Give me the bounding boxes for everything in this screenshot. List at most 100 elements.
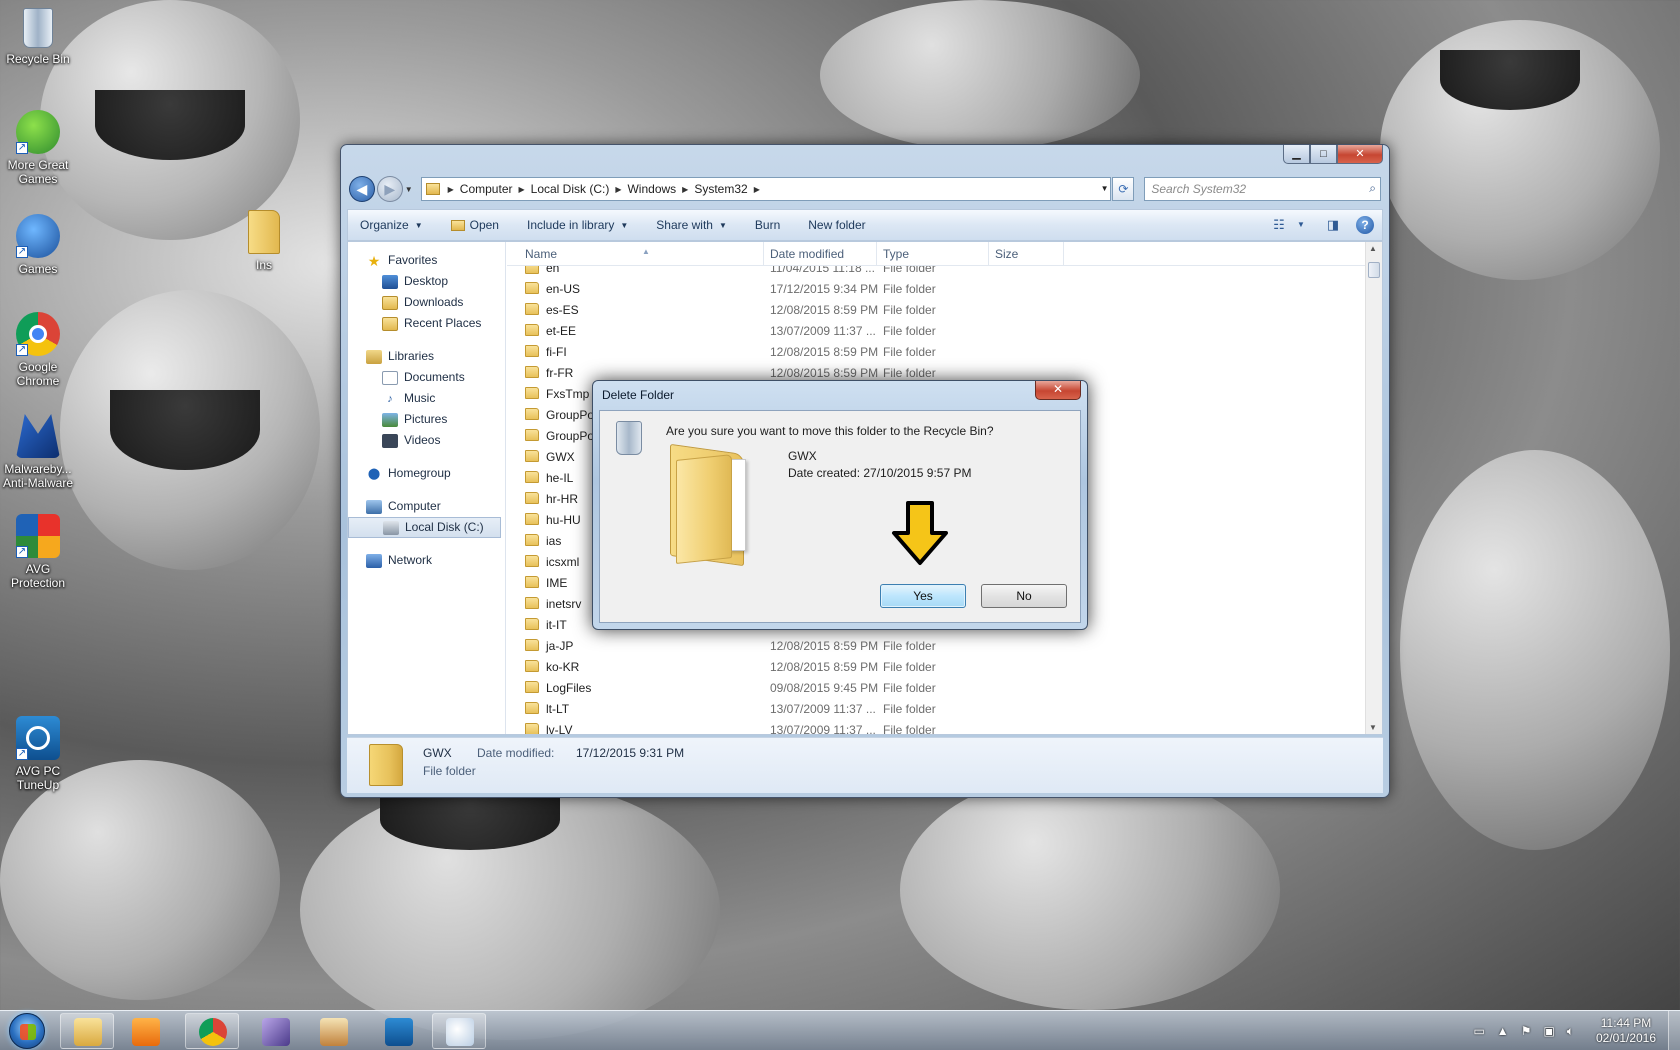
vertical-scrollbar[interactable]: ▲ ▼ — [1365, 242, 1382, 734]
breadcrumb-chevron-icon[interactable]: ▶ — [754, 185, 760, 194]
nav-documents[interactable]: Documents — [348, 367, 505, 388]
taskbar-app-1[interactable] — [248, 1013, 302, 1049]
address-bar[interactable]: ▶ Computer ▶ Local Disk (C:) ▶ Windows ▶… — [420, 177, 1112, 201]
chrome-icon — [199, 1018, 227, 1046]
file-row[interactable]: lt-LT 13/07/2009 11:37 ... File folder — [507, 698, 1365, 719]
new-folder-button[interactable]: New folder — [808, 218, 865, 232]
malwarebytes-icon — [16, 414, 60, 458]
column-type[interactable]: Type — [883, 247, 909, 261]
include-in-library-button[interactable]: Include in library ▼ — [527, 218, 628, 232]
scroll-down-icon[interactable]: ▼ — [1369, 723, 1377, 732]
nav-downloads[interactable]: Downloads — [348, 292, 505, 313]
breadcrumb-chevron-icon[interactable]: ▶ — [615, 185, 621, 194]
network-status-icon[interactable]: ▣ — [1543, 1024, 1554, 1038]
view-dropdown-icon[interactable]: ▼ — [1292, 217, 1310, 233]
share-with-button[interactable]: Share with ▼ — [656, 218, 727, 232]
tuneup-icon — [385, 1018, 413, 1046]
back-button[interactable]: ◀ — [349, 176, 375, 202]
breadcrumb-windows[interactable]: Windows — [627, 182, 676, 196]
breadcrumb-local-disk[interactable]: Local Disk (C:) — [531, 182, 610, 196]
nav-desktop[interactable]: Desktop — [348, 271, 505, 292]
file-row[interactable]: lv-LV 13/07/2009 11:37 ... File folder — [507, 719, 1365, 734]
nav-network[interactable]: Network — [348, 550, 505, 571]
taskbar-explorer[interactable] — [60, 1013, 114, 1049]
file-row[interactable]: LogFiles 09/08/2015 9:45 PM File folder — [507, 677, 1365, 698]
file-row[interactable]: en 11/04/2015 11:18 ... File folder — [507, 266, 1365, 278]
dialog-close-button[interactable]: ✕ — [1035, 381, 1081, 400]
file-row[interactable]: fi-FI 12/08/2015 8:59 PM File folder — [507, 341, 1365, 362]
desktop-icon-google-chrome[interactable]: ↗ Google Chrome — [0, 312, 76, 388]
taskbar-media-player[interactable] — [118, 1013, 172, 1049]
column-name[interactable]: Name — [525, 247, 557, 261]
scroll-thumb[interactable] — [1368, 262, 1380, 278]
breadcrumb-chevron-icon[interactable]: ▶ — [682, 185, 688, 194]
maximize-button[interactable]: □ — [1310, 145, 1337, 164]
forward-button[interactable]: ▶ — [376, 176, 403, 202]
yes-button[interactable]: Yes — [880, 584, 966, 608]
folder-icon — [525, 266, 539, 274]
chevron-down-icon: ▼ — [620, 220, 629, 230]
start-button[interactable] — [2, 1011, 52, 1050]
volume-icon[interactable]: 🔈︎ — [1567, 1024, 1574, 1039]
desktop-icon-avg-protection[interactable]: ↗ AVG Protection — [0, 514, 76, 590]
taskbar-app-2[interactable] — [306, 1013, 360, 1049]
help-icon[interactable]: ? — [1356, 216, 1374, 234]
taskbar-paint[interactable] — [432, 1013, 486, 1049]
file-row[interactable]: ko-KR 12/08/2015 8:59 PM File folder — [507, 656, 1365, 677]
nav-pictures[interactable]: Pictures — [348, 409, 505, 430]
nav-libraries[interactable]: Libraries — [348, 346, 505, 367]
desktop-icon-ins[interactable]: Ins — [226, 210, 302, 272]
open-button[interactable]: Open — [450, 218, 499, 232]
refresh-button[interactable]: ⟳ — [1112, 177, 1135, 201]
preview-pane-icon[interactable]: ◨ — [1324, 217, 1342, 233]
column-size[interactable]: Size — [995, 247, 1018, 261]
nav-local-disk[interactable]: Local Disk (C:) — [348, 517, 501, 538]
desktop-icon-avg-tuneup[interactable]: ↗ AVG PC TuneUp — [0, 716, 76, 792]
breadcrumb-chevron-icon[interactable]: ▶ — [448, 185, 454, 194]
change-view-icon[interactable]: ☷ — [1270, 217, 1288, 233]
file-row[interactable]: es-ES 12/08/2015 8:59 PM File folder — [507, 299, 1365, 320]
breadcrumb-chevron-icon[interactable]: ▶ — [518, 185, 524, 194]
desktop-icon-malwarebytes[interactable]: Malwareby... Anti-Malware — [0, 414, 76, 490]
taskbar-tuneup[interactable] — [371, 1013, 425, 1049]
dialog-item-name: GWX — [788, 449, 817, 463]
search-icon[interactable]: ⌕ — [1369, 181, 1376, 196]
nav-favorites[interactable]: ★ Favorites — [348, 250, 505, 271]
keyboard-icon[interactable]: ▭ — [1473, 1024, 1484, 1038]
nav-computer[interactable]: Computer — [348, 496, 505, 517]
nav-recent-places[interactable]: Recent Places — [348, 313, 505, 334]
taskbar-chrome[interactable] — [185, 1013, 239, 1049]
burn-button[interactable]: Burn — [755, 218, 780, 232]
scroll-up-icon[interactable]: ▲ — [1369, 244, 1377, 253]
file-row[interactable]: en-US 17/12/2015 9:34 PM File folder — [507, 278, 1365, 299]
folder-icon — [525, 576, 539, 588]
desktop-icon-recycle-bin[interactable]: Recycle Bin — [0, 8, 76, 66]
file-row[interactable]: ja-JP 12/08/2015 8:59 PM File folder — [507, 635, 1365, 656]
clock[interactable]: 11:44 PM 02/01/2016 — [1586, 1016, 1666, 1046]
recent-pages-dropdown[interactable]: ▼ — [403, 185, 415, 194]
navigation-bar: ◀ ▶ ▼ ▶ Computer ▶ Local Disk (C:) ▶ Win… — [349, 175, 1381, 203]
nav-videos[interactable]: Videos — [348, 430, 505, 451]
address-dropdown-icon[interactable]: ▼ — [1101, 184, 1109, 193]
breadcrumb-system32[interactable]: System32 — [694, 182, 747, 196]
dialog-body: Are you sure you want to move this folde… — [599, 410, 1081, 623]
desktop-icon-more-great-games[interactable]: ↗ More Great Games — [0, 110, 76, 186]
show-hidden-icons-icon[interactable]: ▲ — [1497, 1024, 1509, 1038]
organize-button[interactable]: Organize ▼ — [360, 218, 423, 232]
no-button[interactable]: No — [981, 584, 1067, 608]
file-date-modified: 12/08/2015 8:59 PM — [770, 660, 879, 674]
desktop-icon-games[interactable]: ↗ Games — [0, 214, 76, 276]
file-name: he-IL — [546, 471, 574, 485]
minimize-button[interactable]: ▁ — [1283, 145, 1310, 164]
delete-folder-dialog[interactable]: Delete Folder ✕ Are you sure you want to… — [592, 380, 1088, 630]
file-row[interactable]: et-EE 13/07/2009 11:37 ... File folder — [507, 320, 1365, 341]
videos-icon — [382, 433, 398, 448]
search-input[interactable]: Search System32 ⌕ — [1144, 177, 1381, 201]
show-desktop-button[interactable] — [1668, 1011, 1680, 1050]
column-date-modified[interactable]: Date modified — [770, 247, 844, 261]
breadcrumb-computer[interactable]: Computer — [460, 182, 513, 196]
close-button[interactable]: ✕ — [1337, 145, 1383, 164]
action-center-flag-icon[interactable]: ⚑ — [1521, 1024, 1532, 1038]
nav-music[interactable]: ♪ Music — [348, 388, 505, 409]
nav-homegroup[interactable]: ⬤ Homegroup — [348, 463, 505, 484]
